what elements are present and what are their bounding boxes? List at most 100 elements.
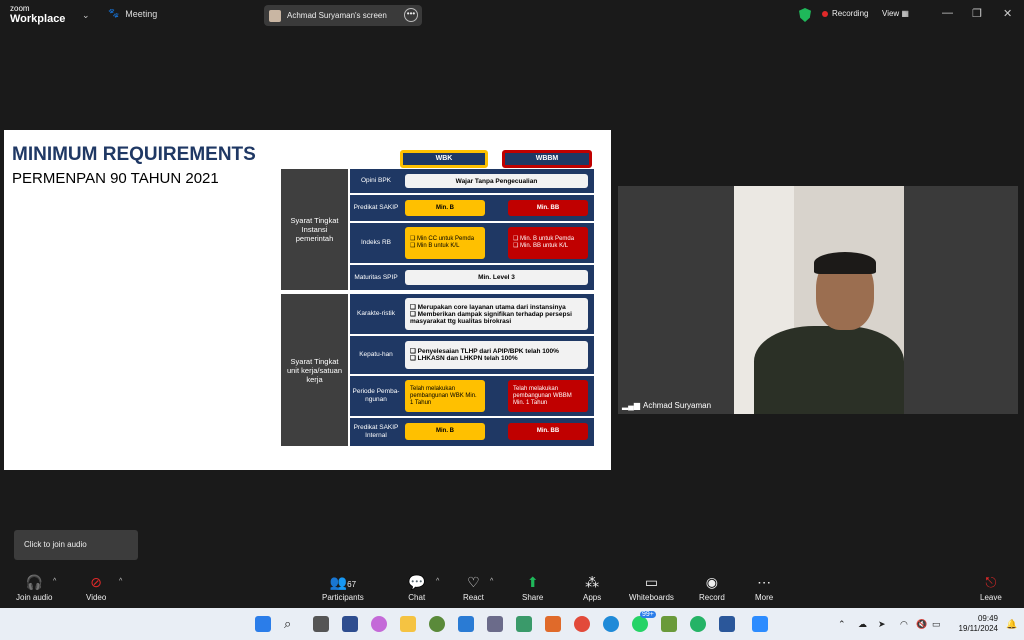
cell-wbk: Telah melakukan pembangunan WBK Min. 1 T… (405, 380, 485, 412)
cell-wbk: Min. B (405, 200, 485, 216)
chrome-icon[interactable] (574, 616, 590, 632)
taskbar-clock[interactable]: 09:49 19/11/2024 (959, 614, 998, 634)
audio-options-caret[interactable]: ^ (53, 578, 56, 585)
search-icon[interactable]: ⌕ (284, 616, 300, 632)
cell-line: ❑ Min. B untuk Pemda (513, 236, 575, 242)
app-icon[interactable] (429, 616, 445, 632)
chevron-down-icon[interactable]: ⌄ (82, 10, 90, 21)
notification-badge: 99+ (640, 611, 656, 618)
participants-button[interactable]: 👥67 Participants (322, 574, 364, 602)
chat-options-caret[interactable]: ^ (436, 578, 439, 585)
headphones-icon: 🎧 (25, 574, 43, 590)
react-options-caret[interactable]: ^ (490, 578, 493, 585)
top-bar: zoom Workplace ⌄ 🐾 Meeting Achmad Suryam… (0, 0, 1024, 30)
video-label: Video (86, 593, 107, 602)
participant-name: Achmad Suryaman (642, 401, 712, 410)
word-icon[interactable] (719, 616, 735, 632)
join-audio-label: Join audio (16, 593, 53, 602)
whiteboards-label: Whiteboards (629, 593, 674, 602)
row-periode-pembangunan: Periode Pemba-ngunan Telah melakukan pem… (350, 376, 594, 416)
section-instansi: Syarat Tingkat Instansi pemerintah (281, 169, 348, 290)
restore-icon[interactable]: ❐ (972, 7, 982, 20)
view-label: View (882, 9, 900, 18)
copilot-icon[interactable] (371, 616, 387, 632)
app-icon[interactable] (690, 616, 706, 632)
app-icon[interactable] (545, 616, 561, 632)
participants-icon: 👥67 (329, 574, 357, 590)
shield-icon[interactable] (799, 8, 811, 22)
video-button[interactable]: ⊘ Video (86, 574, 106, 602)
share-button[interactable]: ⬆ Share (522, 574, 543, 602)
task-view-icon[interactable] (313, 616, 329, 632)
cell-wbbm: Telah melakukan pembangunan WBBM Min. 1 … (508, 380, 588, 412)
video-options-caret[interactable]: ^ (119, 578, 122, 585)
vscode-icon[interactable] (458, 616, 474, 632)
slide-title: MINIMUM REQUIREMENTS (12, 144, 256, 165)
record-dot-icon (822, 10, 828, 17)
chevron-up-icon[interactable]: ⌃ (838, 619, 846, 630)
cell-wbbm: Min. BB (508, 423, 588, 440)
chat-button[interactable]: 💬 Chat (408, 574, 425, 602)
signal-bars-icon: ▂▄▆ (622, 401, 640, 410)
file-explorer-icon[interactable] (400, 616, 416, 632)
meeting-toolbar: 🎧 Join audio ^ ⊘ Video ^ 👥67 Participants 💬… (0, 568, 1024, 608)
row-kepatuhan: Kepatu-han ❑ Penyelesaian TLHP dari APIP… (350, 336, 594, 374)
minimize-icon[interactable]: — (942, 7, 953, 19)
record-icon: ◉ (705, 574, 718, 590)
record-button[interactable]: ◉ Record (699, 574, 725, 602)
battery-icon[interactable]: ▭ (932, 619, 941, 630)
participant-video-tile[interactable]: ▂▄▆ Achmad Suryaman (618, 186, 1018, 414)
row-label: Maturitas SPIP (354, 273, 398, 281)
view-menu[interactable]: View ▦ (882, 9, 909, 18)
cell-line: ❑ Memberikan dampak signifikan terhadap … (410, 310, 572, 325)
zoom-logo: zoom Workplace (10, 4, 66, 25)
share-icon: ⬆ (526, 574, 539, 590)
more-options-icon[interactable]: ••• (404, 8, 418, 22)
screen-share-pill[interactable]: Achmad Suryaman's screen ••• (264, 5, 422, 26)
widgets-icon[interactable] (342, 616, 358, 632)
chat-icon: 💬 (408, 574, 426, 590)
location-icon[interactable]: ➤ (878, 619, 886, 630)
whiteboards-button[interactable]: ▭ Whiteboards (629, 574, 674, 602)
share-label: Share (522, 593, 544, 602)
zoom-icon[interactable] (752, 616, 768, 632)
cell-line: ❑ Merupakan core layanan utama dari inst… (410, 303, 566, 311)
join-audio-tooltip: Click to join audio (14, 530, 138, 560)
react-button[interactable]: ♡ React (463, 574, 484, 602)
participants-label: Participants (322, 593, 364, 602)
notifications-icon[interactable]: 🔔 (1006, 619, 1017, 630)
clock-time: 09:49 (977, 614, 998, 623)
close-icon[interactable]: ✕ (1003, 7, 1012, 20)
clock-date: 19/11/2024 (958, 624, 998, 633)
speaker-muted-icon[interactable]: 🔇 (916, 619, 927, 630)
more-icon: ⋯ (757, 574, 772, 590)
edge-icon[interactable] (603, 616, 619, 632)
cell-line: ❑ Min B untuk K/L (410, 243, 460, 249)
row-label: Karakte-ristik (357, 310, 395, 317)
cell-wbbm: Min. BB (508, 200, 588, 216)
wifi-icon[interactable]: ◠ (900, 619, 908, 630)
leave-button[interactable]: ⎋ Leave (980, 574, 1002, 602)
cell-line: ❑ Min CC untuk Pemda (410, 236, 475, 242)
row-label: Opini BPK (361, 177, 391, 184)
meeting-label: Meeting (125, 8, 158, 19)
cloud-icon[interactable]: ☁ (858, 619, 867, 630)
recording-indicator[interactable]: Recording (822, 9, 868, 18)
paw-icon: 🐾 (108, 8, 120, 18)
app-icon[interactable] (661, 616, 677, 632)
cell-value: Min. Level 3 (405, 270, 588, 285)
whatsapp-icon[interactable] (632, 616, 648, 632)
app-icon[interactable] (516, 616, 532, 632)
slide-subtitle: PERMENPAN 90 TAHUN 2021 (12, 170, 219, 187)
app-icon[interactable] (487, 616, 503, 632)
join-audio-button[interactable]: 🎧 Join audio (16, 574, 52, 602)
whiteboard-icon: ▭ (644, 574, 659, 590)
windows-taskbar: ⌕ 99+ ⌃ ☁ ➤ ◠ 🔇 ▭ 09:49 19/11/2024 🔔 (0, 608, 1024, 640)
start-icon[interactable] (255, 616, 271, 632)
chat-label: Chat (408, 593, 426, 602)
apps-button[interactable]: ⁂ Apps (583, 574, 601, 602)
section-unit-kerja: Syarat Tingkat unit kerja/satuan kerja (281, 294, 348, 446)
meeting-menu[interactable]: 🐾 Meeting (108, 8, 157, 19)
more-button[interactable]: ⋯ More (755, 574, 773, 602)
brand-name: Workplace (10, 13, 66, 25)
